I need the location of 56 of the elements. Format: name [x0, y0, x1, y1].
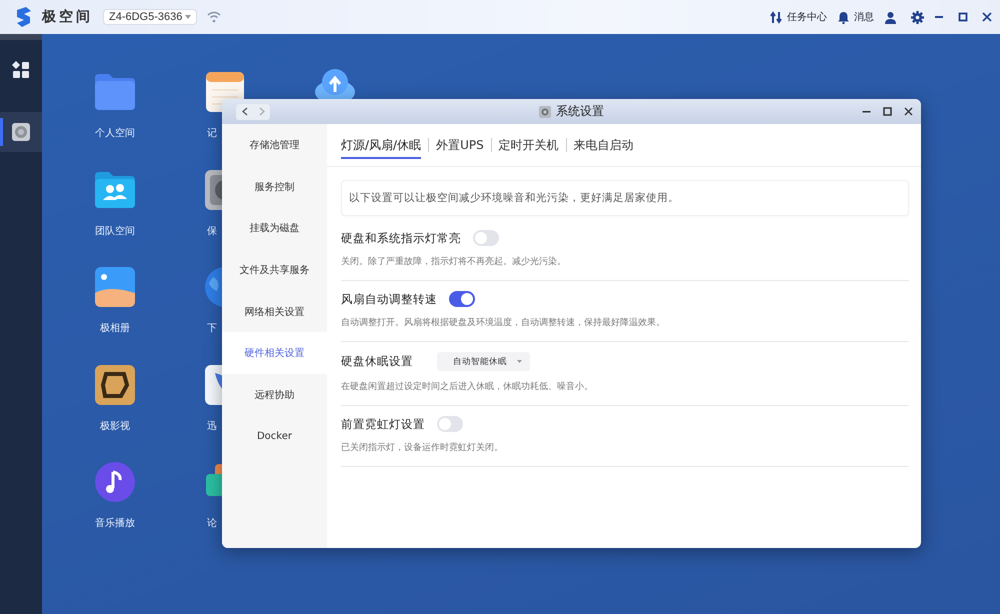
- chevron-right-icon: [258, 107, 264, 116]
- tab[interactable]: 定时开关机: [498, 132, 559, 158]
- icon-label: 团队空间: [95, 224, 135, 238]
- icon-label: 极相册: [100, 322, 130, 335]
- icon-label: 记: [207, 127, 217, 140]
- sidebar-item[interactable]: 存储池管理: [222, 124, 327, 166]
- setting-label: 风扇自动调整转速: [341, 292, 437, 306]
- window-title: 系统设置: [556, 103, 604, 120]
- transfer-icon: [770, 10, 783, 24]
- maximize-icon[interactable]: [958, 12, 968, 22]
- device-selector[interactable]: Z4-6DG5-3636: [103, 9, 198, 25]
- close-icon[interactable]: [904, 107, 913, 116]
- sidebar-item[interactable]: 远程协助: [222, 374, 327, 416]
- sidebar-item[interactable]: Docker: [222, 416, 327, 458]
- sidebar-item[interactable]: 硬件相关设置: [222, 332, 327, 374]
- dock-item[interactable]: [0, 112, 42, 152]
- photo-album-icon[interactable]: [93, 265, 137, 309]
- wifi-icon: [207, 11, 222, 23]
- setting-label: 硬盘和系统指示灯常亮: [341, 230, 461, 246]
- caret-icon: [517, 360, 522, 363]
- sidebar-item[interactable]: 服务控制: [222, 166, 327, 208]
- icon-label: 个人空间: [95, 126, 135, 140]
- bell-icon: [837, 10, 850, 24]
- tab[interactable]: 灯源/风扇/休眠: [341, 132, 422, 158]
- setting-description: 在硬盘闲置超过设定时间之后进入休眠，休眠功耗低、噪音小。: [341, 380, 594, 393]
- user-icon[interactable]: [884, 10, 897, 24]
- sidebar-item[interactable]: 文件及共享服务: [222, 249, 327, 291]
- setting-description: 已关闭指示灯，设备运作时霓虹灯关闭。: [341, 442, 504, 454]
- icon-label: 论: [207, 517, 217, 530]
- icon-label: 音乐播放: [95, 516, 135, 530]
- maximize-icon[interactable]: [883, 107, 892, 116]
- apps-icon: [11, 60, 31, 80]
- toggle-switch[interactable]: [437, 416, 463, 432]
- icon-label: 保: [207, 224, 217, 238]
- tab[interactable]: 外置UPS: [436, 132, 484, 158]
- toolbar-button[interactable]: 消息: [837, 10, 874, 24]
- notice-text: 以下设置可以让极空间减少环境噪音和光污染，更好满足居家使用。: [349, 191, 679, 205]
- setting-description: 关闭。除了严重故障，指示灯将不再亮起。减少光污染。: [341, 256, 567, 268]
- app-name: 极空间: [42, 8, 93, 26]
- tab[interactable]: 来电自启动: [574, 132, 634, 158]
- sidebar-item[interactable]: 网络相关设置: [222, 290, 327, 332]
- dropdown[interactable]: 自动智能休眠: [437, 352, 530, 371]
- chevron-left-icon: [242, 107, 248, 116]
- sidebar-item[interactable]: 挂载为磁盘: [222, 207, 327, 250]
- caret-icon: [185, 15, 192, 19]
- close-icon[interactable]: [982, 12, 992, 22]
- toggle-switch[interactable]: [449, 291, 475, 307]
- icon-label: 极影视: [100, 420, 130, 432]
- music-note-icon[interactable]: [93, 460, 137, 504]
- toolbar-button[interactable]: 任务中心: [770, 10, 827, 24]
- icon-label: 迅: [207, 420, 217, 432]
- setting-label: 前置霓虹灯设置: [341, 416, 425, 432]
- setting-description: 自动调整打开。风扇将根据硬盘及环境温度，自动调整转速，保持最好降温效果。: [341, 316, 666, 329]
- toggle-switch[interactable]: [473, 230, 499, 246]
- setting-label: 硬盘休眠设置: [341, 354, 413, 369]
- icon-label: 下: [207, 322, 217, 335]
